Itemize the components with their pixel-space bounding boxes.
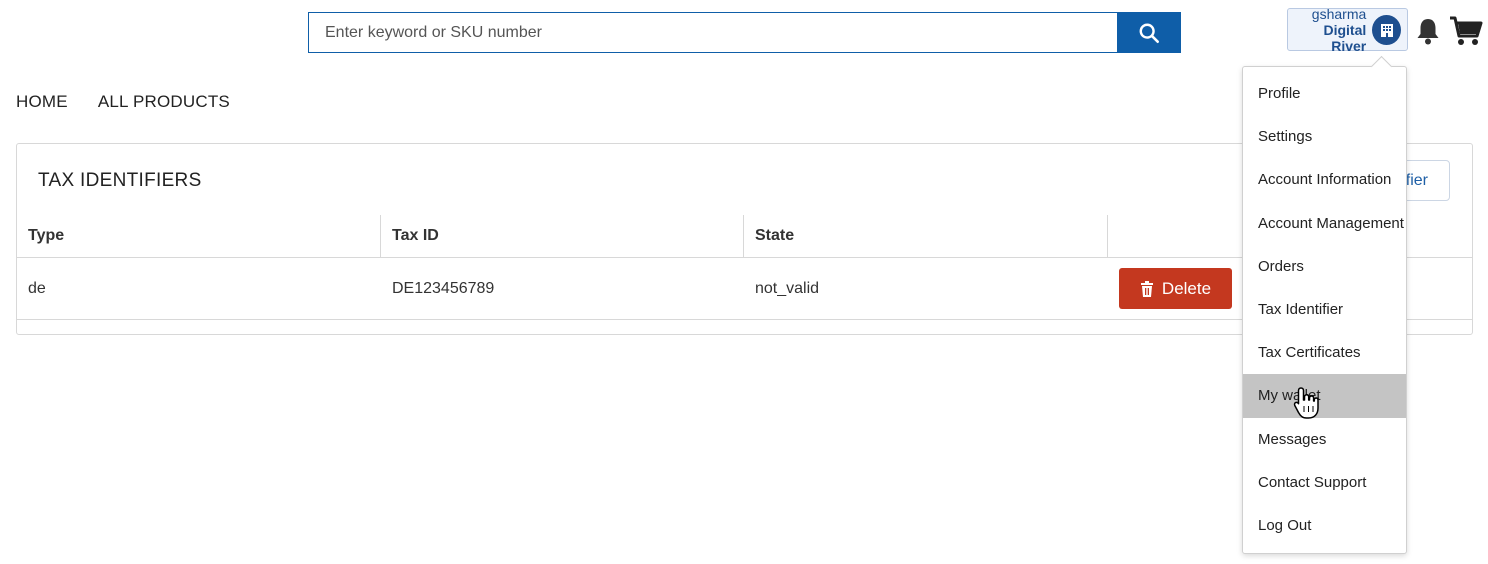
menu-item-log-out[interactable]: Log Out [1243, 504, 1406, 547]
column-header-state: State [744, 215, 1108, 257]
cart-icon[interactable] [1449, 14, 1483, 48]
main-nav: HOME ALL PRODUCTS [16, 92, 230, 112]
column-header-tax-id: Tax ID [381, 215, 744, 257]
page-title: TAX IDENTIFIERS [38, 170, 202, 191]
search-button[interactable] [1117, 12, 1181, 53]
nav-all-products[interactable]: ALL PRODUCTS [98, 92, 230, 112]
menu-item-tax-certificates[interactable]: Tax Certificates [1243, 331, 1406, 374]
user-name: gsharma [1311, 5, 1367, 22]
search-icon [1139, 23, 1159, 43]
column-header-type: Type [17, 215, 381, 257]
menu-item-my-wallet[interactable]: My wallet [1243, 374, 1406, 418]
building-icon [1380, 23, 1393, 37]
trash-icon [1140, 280, 1153, 297]
cell-type: de [28, 279, 46, 297]
search-bar [308, 12, 1181, 53]
nav-home[interactable]: HOME [16, 92, 68, 112]
account-dropdown-menu: Profile Settings Account Information Acc… [1242, 66, 1407, 554]
delete-button-label: Delete [1161, 278, 1212, 298]
menu-item-contact-support[interactable]: Contact Support [1243, 461, 1406, 504]
cell-state: not_valid [755, 279, 820, 297]
cell-tax-id: DE123456789 [392, 279, 495, 297]
menu-item-tax-identifier[interactable]: Tax Identifier [1243, 288, 1406, 331]
menu-item-account-information[interactable]: Account Information [1243, 158, 1406, 201]
menu-item-profile[interactable]: Profile [1243, 72, 1406, 115]
delete-button[interactable]: Delete [1119, 268, 1232, 309]
user-account-button[interactable]: gsharma Digital River [1287, 6, 1408, 54]
search-input[interactable] [308, 12, 1117, 53]
menu-item-orders[interactable]: Orders [1243, 245, 1406, 288]
menu-item-account-management[interactable]: Account Management [1243, 202, 1406, 245]
avatar [1372, 14, 1401, 45]
menu-item-messages[interactable]: Messages [1243, 418, 1406, 461]
menu-item-settings[interactable]: Settings [1243, 115, 1406, 158]
user-organization: Digital River [1323, 21, 1367, 54]
bell-icon[interactable] [1414, 16, 1442, 46]
user-info: gsharma Digital River [1288, 6, 1366, 54]
